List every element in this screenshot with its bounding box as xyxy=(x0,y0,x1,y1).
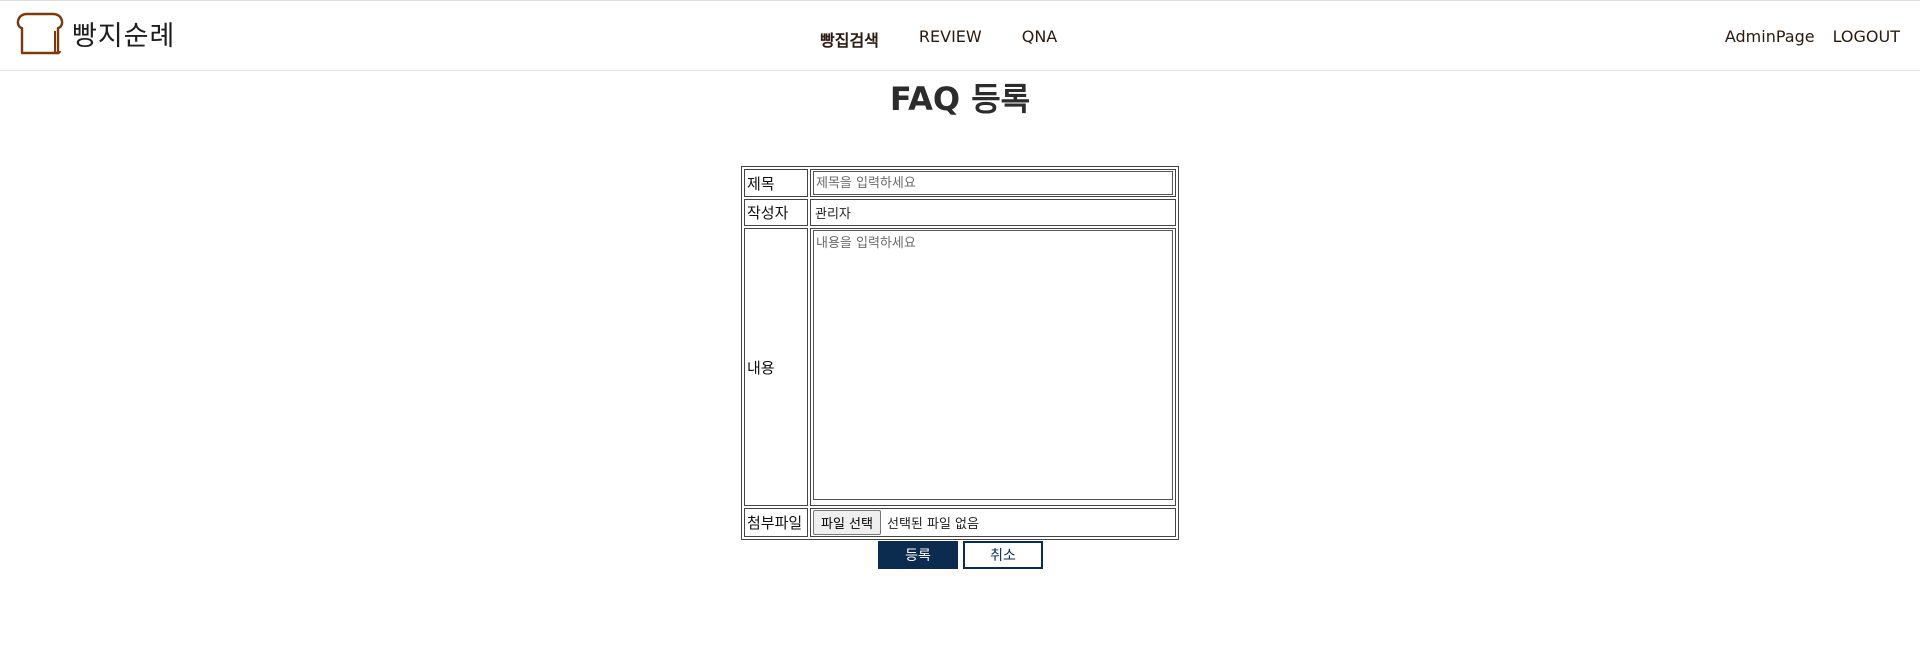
faq-form: 제목 작성자 관리자 내용 첨부파일 파일 선택 선택된 파일 없음 xyxy=(741,166,1179,540)
admin-page-link[interactable]: AdminPage xyxy=(1725,27,1815,46)
logout-link[interactable]: LOGOUT xyxy=(1833,27,1900,46)
file-select-button[interactable]: 파일 선택 xyxy=(813,510,881,535)
faq-form-table: 제목 작성자 관리자 내용 첨부파일 파일 선택 선택된 파일 없음 xyxy=(741,166,1179,540)
file-row: 첨부파일 파일 선택 선택된 파일 없음 xyxy=(744,508,1176,537)
page-title: FAQ 등록 xyxy=(889,80,1031,118)
file-status: 선택된 파일 없음 xyxy=(886,517,979,532)
writer-value: 관리자 xyxy=(815,207,851,222)
writer-label: 작성자 xyxy=(744,199,808,226)
writer-row: 작성자 관리자 xyxy=(744,199,1176,226)
submit-button[interactable]: 등록 xyxy=(878,541,958,569)
nav-bakery-search[interactable]: 빵집검색 xyxy=(820,27,879,51)
title-label: 제목 xyxy=(744,169,808,197)
title-input[interactable] xyxy=(813,171,1173,195)
nav-review[interactable]: REVIEW xyxy=(919,27,982,51)
content-textarea[interactable] xyxy=(813,230,1173,500)
title-row: 제목 xyxy=(744,169,1176,197)
writer-field-cell: 관리자 xyxy=(810,199,1176,226)
main-nav: 빵집검색 REVIEW QNA xyxy=(820,27,1057,51)
content-row: 내용 xyxy=(744,228,1176,506)
cancel-button[interactable]: 취소 xyxy=(963,541,1043,569)
file-label: 첨부파일 xyxy=(744,508,808,537)
logo-text: 빵지순례 xyxy=(72,20,176,52)
form-actions: 등록 취소 xyxy=(878,541,1043,569)
title-field-cell xyxy=(810,169,1176,197)
bread-icon xyxy=(16,12,64,55)
logo[interactable]: 빵지순례 xyxy=(14,11,175,55)
content-field-cell xyxy=(810,228,1176,506)
file-field-cell: 파일 선택 선택된 파일 없음 xyxy=(810,508,1176,537)
file-picker: 파일 선택 선택된 파일 없음 xyxy=(813,510,1173,535)
site-header: 빵지순례 빵집검색 REVIEW QNA AdminPage LOGOUT xyxy=(0,1,1920,71)
user-nav: AdminPage LOGOUT xyxy=(1725,27,1900,46)
content-label: 내용 xyxy=(744,228,808,506)
nav-qna[interactable]: QNA xyxy=(1022,27,1058,51)
